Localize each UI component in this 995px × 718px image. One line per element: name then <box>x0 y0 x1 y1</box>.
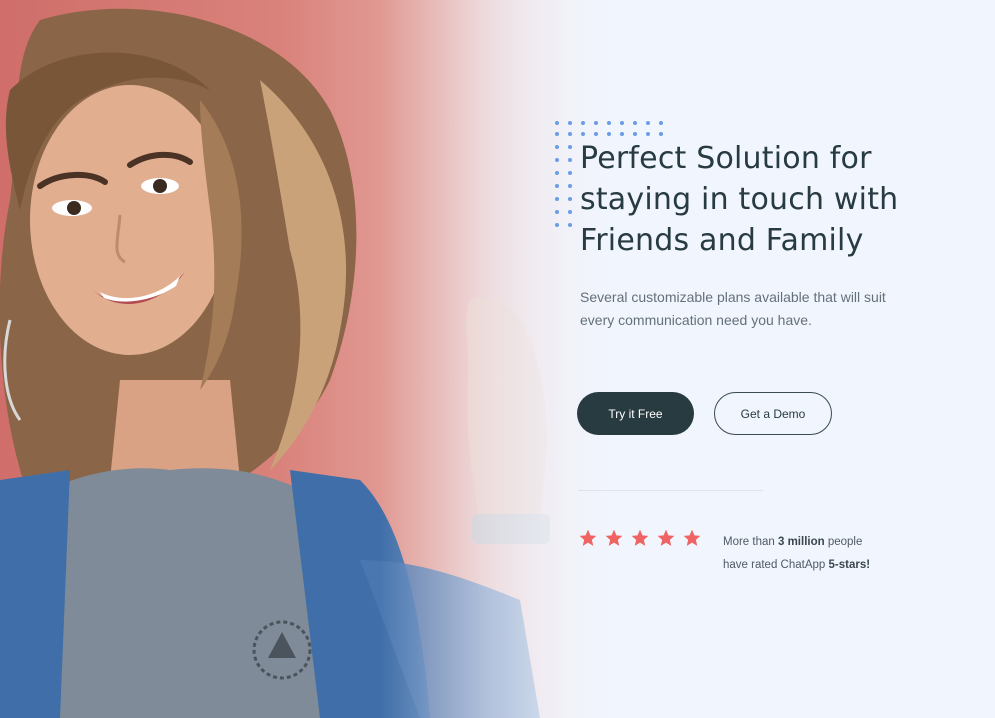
get-a-demo-label: Get a Demo <box>740 406 806 421</box>
star-icon <box>683 529 701 546</box>
hero-section: Perfect Solution for staying in touch wi… <box>0 0 995 718</box>
rating-prefix: More than <box>723 536 775 548</box>
rating-highlight: 5-stars! <box>828 559 871 571</box>
try-it-free-button[interactable]: Try it Free <box>577 392 694 435</box>
section-divider <box>578 490 763 491</box>
rating-line-2: have rated ChatApp <box>723 559 826 571</box>
rating-middle: people <box>827 536 863 548</box>
try-it-free-label: Try it Free <box>608 406 663 421</box>
hero-subtitle-line-2: every communication need you have. <box>580 312 812 328</box>
photo-fade-overlay <box>380 0 620 718</box>
hero-title-line-3: Friends and Family <box>580 223 864 258</box>
star-icon <box>631 529 649 546</box>
rating-stars <box>578 528 702 548</box>
hero-title: Perfect Solution for staying in touch wi… <box>580 138 980 261</box>
get-a-demo-button[interactable]: Get a Demo <box>714 392 832 435</box>
star-icon <box>605 529 623 546</box>
hero-title-line-1: Perfect Solution for <box>580 141 872 176</box>
hero-title-line-2: staying in touch with <box>580 182 899 217</box>
rating-text: More than 3 million people have rated Ch… <box>723 531 923 577</box>
star-icon <box>579 529 597 546</box>
hero-subtitle: Several customizable plans available tha… <box>580 286 910 332</box>
star-icon <box>657 529 675 546</box>
rating-count: 3 million <box>777 536 825 548</box>
hero-subtitle-line-1: Several customizable plans available tha… <box>580 289 886 305</box>
